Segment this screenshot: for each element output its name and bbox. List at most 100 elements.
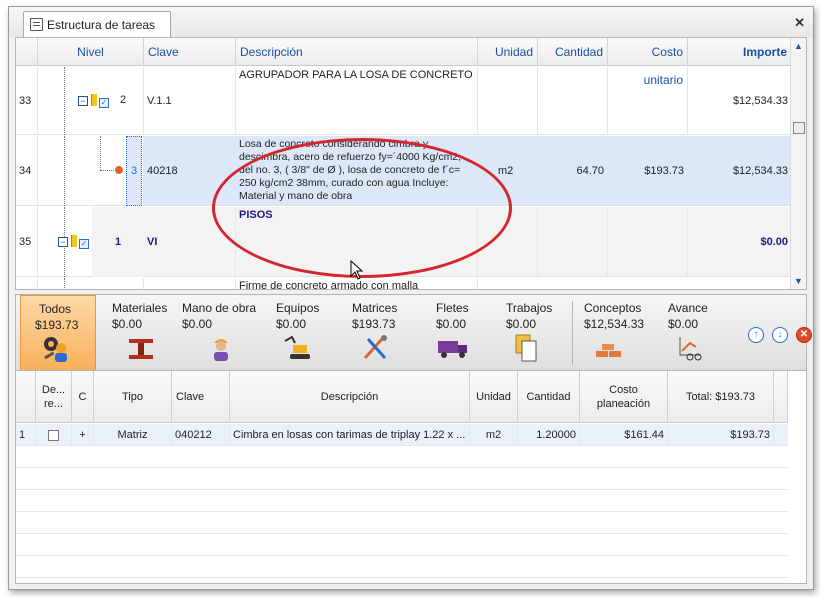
unidad-cell <box>478 207 538 276</box>
costo-cell <box>608 207 688 276</box>
progress-chart-icon <box>679 337 702 361</box>
vertical-scrollbar[interactable]: ▲ ▼ <box>790 38 806 289</box>
table-row[interactable]: 1 + Matriz 040212 Cimbra en losas con ta… <box>16 424 788 446</box>
toolbar-materiales[interactable]: Materiales $0.00 <box>112 295 182 371</box>
cantidad-cell <box>538 67 608 134</box>
resources-grid: De... re... C Tipo Clave Descripción Uni… <box>15 370 807 584</box>
tasks-grid: Nivel Clave Descripción Unidad Cantidad … <box>15 37 807 290</box>
col-descripcion[interactable]: Descripción <box>230 371 470 423</box>
concept-dot-icon <box>115 166 123 174</box>
scroll-up-icon[interactable]: ▲ <box>794 41 803 51</box>
move-down-icon[interactable]: ↓ <box>772 327 788 343</box>
tasks-grid-header: Nivel Clave Descripción Unidad Cantidad … <box>16 38 792 87</box>
resources-grid-header: De... re... C Tipo Clave Descripción Uni… <box>16 371 788 423</box>
col-de[interactable]: De... re... <box>36 371 72 423</box>
collapse-icon[interactable]: − <box>58 237 68 247</box>
importe-cell: $12,534.33 <box>688 136 792 205</box>
clave-cell: 40218 <box>144 136 236 205</box>
equipos-label: Equipos <box>276 301 320 315</box>
mano-de-obra-value: $0.00 <box>182 317 213 331</box>
table-row[interactable]: 35 − ✓ 1 VI PISOS $0.00 <box>16 207 792 277</box>
empty-row <box>16 490 788 512</box>
level-number: 2 <box>120 94 127 106</box>
toolbar-todos[interactable]: Todos $193.73 <box>20 295 96 371</box>
costo-cell: $193.73 <box>608 136 688 205</box>
truck-icon <box>438 341 467 358</box>
matrices-label: Matrices <box>352 301 398 315</box>
col-c[interactable]: C <box>72 371 94 423</box>
avance-label: Avance <box>668 301 708 315</box>
mouse-cursor-icon <box>350 260 364 280</box>
empty-row <box>16 468 788 490</box>
descripcion-cell: Losa de concreto considerando cimbra y d… <box>236 136 478 205</box>
checklist-icon: ✓ <box>99 98 109 108</box>
toolbar-equipos[interactable]: Equipos $0.00 <box>276 295 346 371</box>
col-extra <box>774 371 788 423</box>
row-number <box>16 278 38 289</box>
toolbar-matrices[interactable]: Matrices $193.73 <box>352 295 422 371</box>
table-row[interactable]: 33 − ✓ 2 V.1.1 AGRUPADOR PARA LA LOSA DE… <box>16 67 792 135</box>
main-window: Estructura de tareas ✕ Nivel Clave Descr… <box>8 6 814 590</box>
costo-cell <box>608 67 688 134</box>
row-number: 33 <box>16 67 38 134</box>
collapse-icon[interactable]: − <box>78 96 88 106</box>
task-structure-icon <box>30 18 43 31</box>
tab-estructura-de-tareas[interactable]: Estructura de tareas <box>23 11 171 37</box>
col-total[interactable]: Total: $193.73 <box>668 371 774 423</box>
cantidad-cell <box>538 207 608 276</box>
col-descripcion[interactable]: Descripción <box>236 38 478 66</box>
col-clave[interactable]: Clave <box>172 371 230 423</box>
toolbar-trabajos[interactable]: Trabajos $0.00 <box>506 295 566 371</box>
cantidad-cell: 1.20000 <box>518 424 580 446</box>
todos-value: $193.73 <box>35 318 79 332</box>
row-checkbox[interactable] <box>48 429 59 441</box>
col-costo-unitario[interactable]: Costo unitario <box>608 38 688 87</box>
avance-value: $0.00 <box>668 317 699 331</box>
table-row-selected[interactable]: 34 3 40218 Losa de concreto considerando… <box>16 136 792 206</box>
col-tipo[interactable]: Tipo <box>94 371 172 423</box>
excavator-icon <box>284 335 310 359</box>
toolbar-conceptos[interactable]: Conceptos $12,534.33 <box>584 295 656 371</box>
col-cantidad[interactable]: Cantidad <box>518 371 580 423</box>
level-cell: − ✓ 1 <box>38 207 144 277</box>
col-nivel[interactable]: Nivel <box>38 38 144 66</box>
conceptos-label: Conceptos <box>584 301 642 315</box>
c-cell[interactable]: + <box>72 424 94 446</box>
col-clave[interactable]: Clave <box>144 38 236 66</box>
bricks-icon <box>596 344 621 357</box>
resource-toolbar: Todos $193.73 Materiales $0.00 Mano de o… <box>15 294 812 372</box>
empty-row <box>16 556 788 578</box>
close-icon[interactable]: ✕ <box>794 15 805 31</box>
toolbar-fletes[interactable]: Fletes $0.00 <box>436 295 496 371</box>
materiales-value: $0.00 <box>112 317 143 331</box>
toolbar-avance[interactable]: Avance $0.00 <box>668 295 728 371</box>
equipos-value: $0.00 <box>276 317 307 331</box>
col-unidad[interactable]: Unidad <box>470 371 518 423</box>
move-up-icon[interactable]: ↑ <box>748 327 764 343</box>
tree-line <box>64 136 65 206</box>
empty-row <box>16 534 788 556</box>
clave-cell: 040212 <box>172 424 230 446</box>
steel-beam-icon <box>129 339 153 359</box>
row-number-header <box>16 371 36 423</box>
mano-de-obra-label: Mano de obra <box>182 301 257 315</box>
col-cantidad[interactable]: Cantidad <box>538 38 608 66</box>
importe-cell: $0.00 <box>688 207 792 276</box>
col-costo-planeacion[interactable]: Costo planeación <box>580 371 668 423</box>
col-importe[interactable]: Importe <box>688 38 792 66</box>
descripcion-cell: Cimbra en losas con tarimas de triplay 1… <box>230 424 470 446</box>
scroll-thumb[interactable] <box>793 122 805 134</box>
trabajos-label: Trabajos <box>506 301 553 315</box>
tree-line <box>64 67 65 135</box>
toolbar-mano-de-obra[interactable]: Mano de obra $0.00 <box>182 295 262 371</box>
scroll-down-icon[interactable]: ▼ <box>794 276 803 286</box>
row-number: 1 <box>16 424 36 446</box>
documents-icon <box>515 334 537 362</box>
worker-tools-icon <box>44 337 67 362</box>
delete-icon[interactable]: ✕ <box>796 327 812 343</box>
clave-cell: VI <box>144 207 236 276</box>
tipo-cell: Matriz <box>94 424 172 446</box>
table-row[interactable]: Firme de concreto armado con malla <box>16 278 792 289</box>
fletes-label: Fletes <box>436 301 469 315</box>
col-unidad[interactable]: Unidad <box>478 38 538 66</box>
